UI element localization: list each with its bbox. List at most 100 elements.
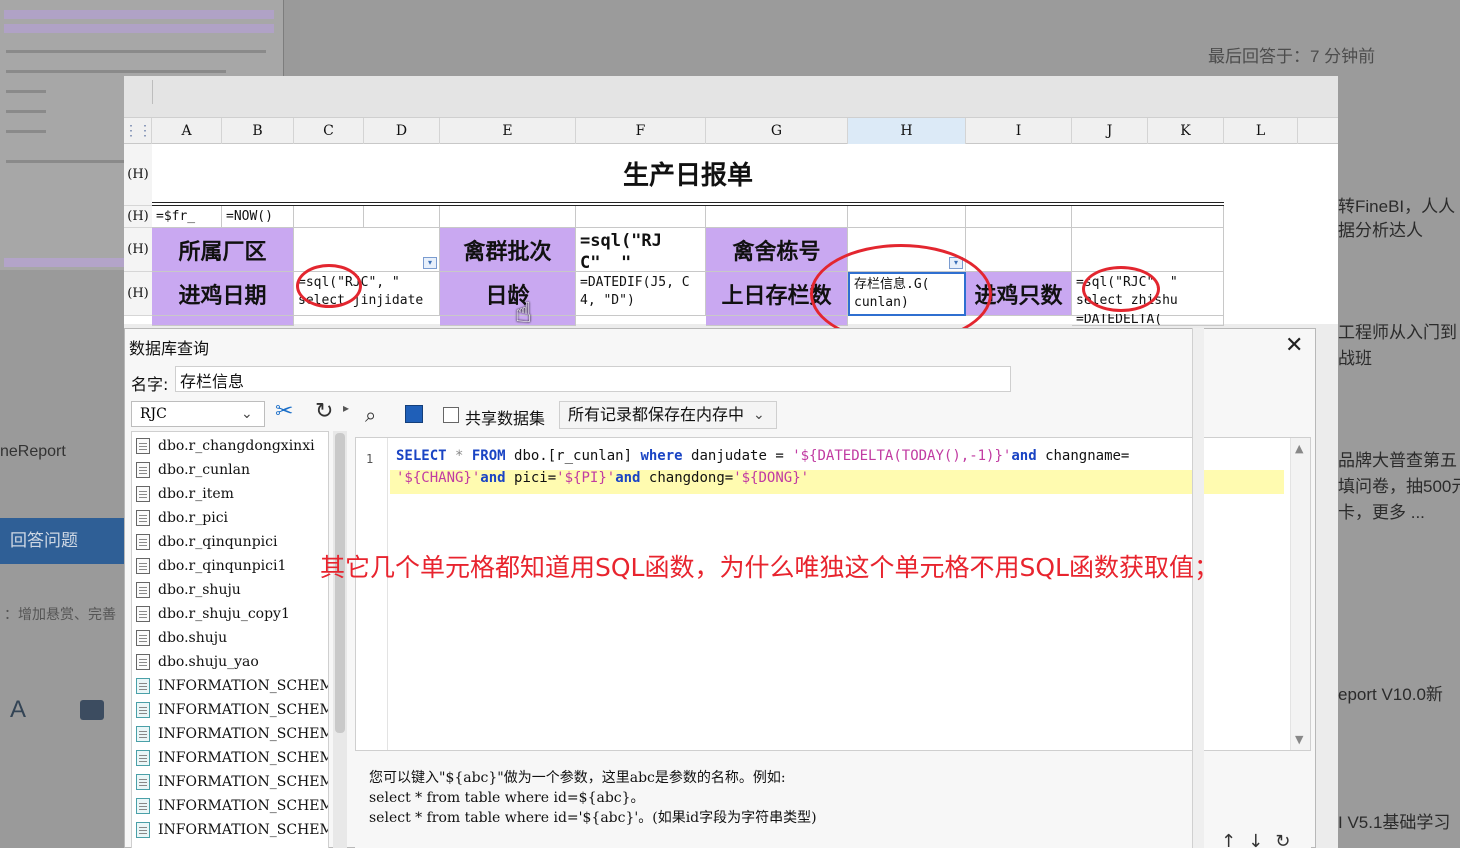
- table-item[interactable]: dbo.r_qinqunpici1: [136, 554, 286, 578]
- cell-batch-formula[interactable]: =sql("RJ C" ": [576, 228, 706, 272]
- side-link[interactable]: 卡，更多 ...: [1338, 500, 1425, 526]
- cell-b2[interactable]: =NOW(): [222, 206, 294, 228]
- view-icon: [136, 798, 150, 814]
- row-header[interactable]: (H): [124, 228, 152, 272]
- cell[interactable]: [576, 206, 706, 228]
- table-item[interactable]: dbo.r_changdongxinxi: [136, 434, 315, 458]
- thumb-line: [6, 110, 46, 113]
- cell[interactable]: [966, 228, 1072, 272]
- refresh-icon[interactable]: ↻: [315, 399, 333, 424]
- cell[interactable]: [706, 206, 848, 228]
- editor-scrollbar[interactable]: ▲ ▼: [1290, 438, 1310, 750]
- cell-a2[interactable]: =$fr_: [152, 206, 222, 228]
- scroll-up-icon[interactable]: ▲: [1295, 442, 1303, 455]
- table-item[interactable]: dbo.shuju: [136, 626, 227, 650]
- table-item[interactable]: INFORMATION_SCHEMA.CO: [136, 722, 328, 746]
- side-link[interactable]: 工程师从入门到: [1338, 320, 1457, 346]
- sql-editor[interactable]: 1 SELECT * FROM dbo.[r_cunlan] where dan…: [355, 437, 1311, 751]
- move-up-icon[interactable]: ↑: [1221, 831, 1248, 848]
- column-header[interactable]: D: [364, 118, 440, 144]
- side-link[interactable]: 品牌大普查第五: [1338, 448, 1457, 474]
- briefcase-icon[interactable]: [80, 700, 104, 720]
- report-title[interactable]: 生产日报单: [152, 144, 1224, 202]
- column-header[interactable]: G: [706, 118, 848, 144]
- text-format-icon[interactable]: A: [10, 696, 26, 724]
- table-item-label: dbo.r_pici: [158, 510, 229, 526]
- cell-age-formula[interactable]: =DATEDIF(J5, C 4, "D"): [576, 272, 706, 316]
- table-icon: [136, 582, 150, 598]
- sql-string: '${DONG}': [733, 470, 810, 486]
- side-link[interactable]: 战班: [1338, 346, 1372, 372]
- column-header[interactable]: K: [1148, 118, 1224, 144]
- row-header[interactable]: (H): [124, 272, 152, 316]
- share-dataset-checkbox[interactable]: [443, 407, 459, 423]
- table-item[interactable]: dbo.r_shuju: [136, 578, 241, 602]
- grid-corner-icon[interactable]: ⋮⋮: [124, 118, 152, 144]
- side-link[interactable]: I V5.1基础学习: [1338, 810, 1450, 836]
- chevron-down-icon[interactable]: ⌄: [753, 401, 765, 429]
- cell[interactable]: [966, 206, 1072, 228]
- table-item[interactable]: INFORMATION_SCHEMA.DO: [136, 818, 328, 842]
- table-item[interactable]: dbo.shuju_yao: [136, 650, 259, 674]
- cell[interactable]: [1072, 228, 1224, 272]
- column-header[interactable]: E: [440, 118, 576, 144]
- cell[interactable]: [1072, 206, 1224, 228]
- memory-mode-select[interactable]: 所有记录都保存在内存中: [559, 401, 777, 429]
- side-link[interactable]: 转FineBI，人人: [1338, 194, 1455, 220]
- table-item[interactable]: dbo.r_cunlan: [136, 458, 250, 482]
- share-dataset-label: 共享数据集: [465, 409, 546, 428]
- answer-question-button[interactable]: 回答问题: [0, 518, 128, 564]
- side-link[interactable]: 填问卷，抽500元: [1338, 474, 1460, 500]
- cell-age-label[interactable]: 日龄: [440, 272, 576, 316]
- table-item-label: dbo.r_shuju_copy1: [158, 606, 290, 622]
- column-header[interactable]: A: [152, 118, 222, 144]
- dropdown-marker-icon[interactable]: ▾: [423, 257, 437, 269]
- highlight-circle: [296, 264, 362, 308]
- cell-entry-date-label[interactable]: 进鸡日期: [152, 272, 294, 316]
- column-header-selected[interactable]: H: [848, 118, 966, 144]
- table-item-label: dbo.r_changdongxinxi: [158, 438, 315, 454]
- table-icon: [136, 630, 150, 646]
- cell[interactable]: [152, 316, 294, 326]
- column-header[interactable]: F: [576, 118, 706, 144]
- table-item[interactable]: INFORMATION_SCHEMA.CH: [136, 674, 328, 698]
- cell[interactable]: [294, 206, 364, 228]
- refresh-icon[interactable]: ↻: [1275, 831, 1302, 848]
- table-item[interactable]: dbo.r_shuju_copy1: [136, 602, 290, 626]
- column-header[interactable]: B: [222, 118, 294, 144]
- row-header[interactable]: (H): [124, 206, 152, 228]
- table-item[interactable]: INFORMATION_SCHEMA.CO: [136, 770, 328, 794]
- highlight-circle: [1082, 266, 1160, 312]
- table-item[interactable]: dbo.r_item: [136, 482, 234, 506]
- cell[interactable]: [848, 206, 966, 228]
- cell-batch-label[interactable]: 禽群批次: [440, 228, 576, 272]
- save-icon[interactable]: [405, 405, 423, 423]
- table-item[interactable]: dbo.r_qinqunpici: [136, 530, 277, 554]
- table-item[interactable]: INFORMATION_SCHEMA.CO: [136, 794, 328, 818]
- cell-factory-area-label[interactable]: 所属厂区: [152, 228, 294, 272]
- column-header[interactable]: L: [1224, 118, 1298, 144]
- cell[interactable]: [440, 206, 576, 228]
- cell[interactable]: [364, 206, 440, 228]
- cell[interactable]: [440, 316, 576, 326]
- table-list: dbo.r_changdongxinxi dbo.r_cunlan dbo.r_…: [131, 431, 329, 848]
- side-link[interactable]: eport V10.0新: [1338, 682, 1443, 708]
- panel-scroll-icon[interactable]: ▸: [343, 401, 349, 415]
- column-header[interactable]: I: [966, 118, 1072, 144]
- connection-settings-icon[interactable]: ✂: [275, 399, 293, 424]
- name-input[interactable]: 存栏信息: [175, 366, 1011, 392]
- row-header[interactable]: (H): [124, 144, 152, 206]
- column-header[interactable]: J: [1072, 118, 1148, 144]
- column-header[interactable]: C: [294, 118, 364, 144]
- table-list-scrollbar[interactable]: [333, 431, 347, 848]
- table-item[interactable]: dbo.r_pici: [136, 506, 228, 530]
- preview-icon[interactable]: ⌕: [365, 403, 376, 427]
- move-down-icon[interactable]: ↓: [1248, 831, 1275, 848]
- chevron-down-icon[interactable]: ⌄: [241, 401, 253, 427]
- close-icon[interactable]: ✕: [1285, 333, 1303, 358]
- scroll-down-icon[interactable]: ▼: [1295, 733, 1303, 746]
- table-item[interactable]: INFORMATION_SCHEMA.CO: [136, 698, 328, 722]
- table-item[interactable]: INFORMATION_SCHEMA.CO: [136, 746, 328, 770]
- side-link[interactable]: 据分析达人: [1338, 218, 1423, 244]
- cell-next-formula[interactable]: =DATEDELTA(: [1072, 314, 1224, 326]
